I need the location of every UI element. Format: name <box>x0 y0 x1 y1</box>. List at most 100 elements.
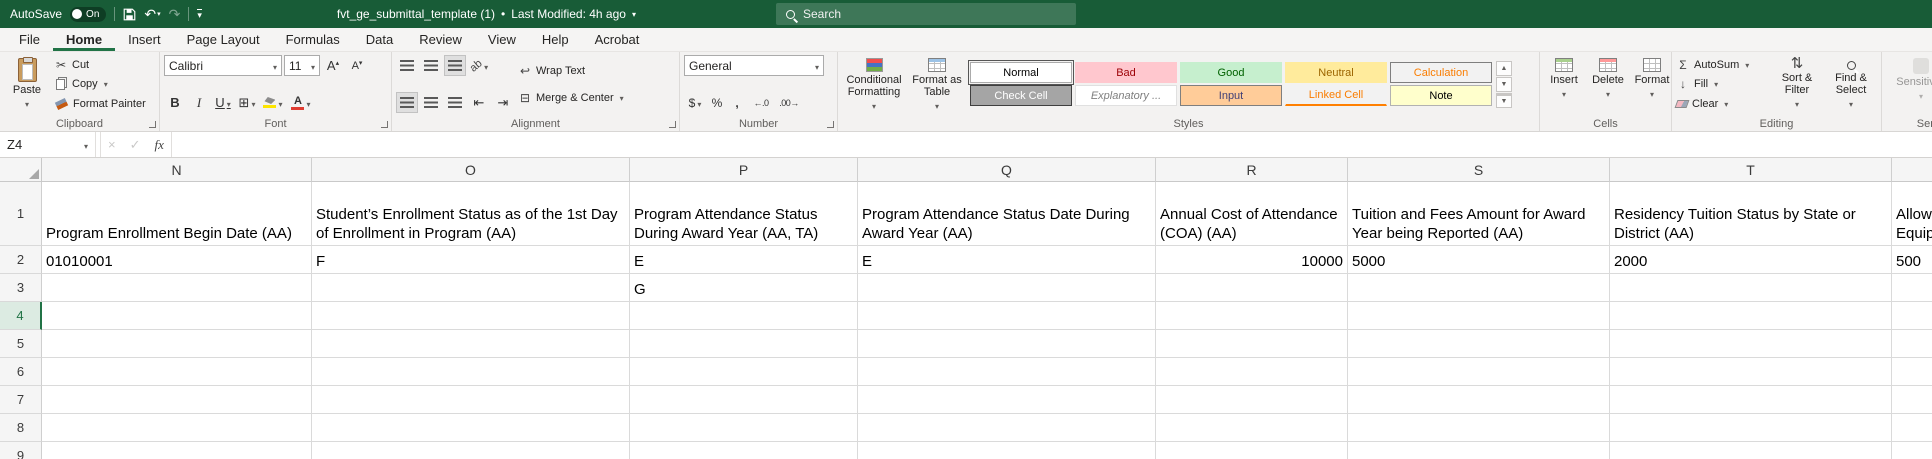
row-header-3[interactable]: 3 <box>0 274 42 302</box>
sensitivity-button[interactable]: Sensitivity <box>1886 55 1932 113</box>
cell-S9[interactable] <box>1348 442 1610 459</box>
cell-Q4[interactable] <box>858 302 1156 330</box>
formula-input[interactable] <box>172 132 1932 157</box>
tab-acrobat[interactable]: Acrobat <box>582 28 653 51</box>
row-header-5[interactable]: 5 <box>0 330 42 358</box>
insert-function-icon[interactable]: fx <box>148 132 172 157</box>
cell-U9[interactable] <box>1892 442 1932 459</box>
column-header-n[interactable]: N <box>42 158 312 182</box>
conditional-formatting-button[interactable]: Conditional Formatting <box>842 55 906 113</box>
insert-cells-button[interactable]: Insert <box>1544 55 1584 113</box>
underline-button[interactable]: U <box>212 92 234 113</box>
cell-U2[interactable]: 500 <box>1892 246 1932 274</box>
gallery-more-button[interactable]: ▼ <box>1496 93 1512 108</box>
cell-style-good[interactable]: Good <box>1180 62 1282 83</box>
cell-P1[interactable]: Program Attendance Status During Award Y… <box>630 182 858 246</box>
undo-button[interactable]: ↶▾ <box>144 7 160 21</box>
redo-button[interactable]: ↷ <box>169 7 181 21</box>
cell-P8[interactable] <box>630 414 858 442</box>
row-header-7[interactable]: 7 <box>0 386 42 414</box>
cell-S7[interactable] <box>1348 386 1610 414</box>
customize-qat-button[interactable]: ▾ <box>197 9 202 20</box>
row-header-1[interactable]: 1 <box>0 182 42 246</box>
fill-button[interactable]: ↓Fill <box>1676 75 1768 94</box>
decrease-decimal-button[interactable]: .00→ <box>776 92 802 113</box>
cell-S2[interactable]: 5000 <box>1348 246 1610 274</box>
cell-N1[interactable]: Program Enrollment Begin Date (AA) <box>42 182 312 246</box>
cell-R2[interactable]: 10000 <box>1156 246 1348 274</box>
find-select-button[interactable]: Find & Select <box>1826 55 1876 113</box>
cell-P2[interactable]: E <box>630 246 858 274</box>
align-middle-button[interactable] <box>420 55 442 76</box>
cell-T1[interactable]: Residency Tuition Status by State or Dis… <box>1610 182 1892 246</box>
cell-O7[interactable] <box>312 386 630 414</box>
cell-R1[interactable]: Annual Cost of Attendance (COA) (AA) <box>1156 182 1348 246</box>
document-title[interactable]: fvt_ge_submittal_template (1) • Last Mod… <box>337 7 636 21</box>
cell-N6[interactable] <box>42 358 312 386</box>
cell-R4[interactable] <box>1156 302 1348 330</box>
cell-T5[interactable] <box>1610 330 1892 358</box>
cell-P4[interactable] <box>630 302 858 330</box>
italic-button[interactable]: I <box>188 92 210 113</box>
cell-style-input[interactable]: Input <box>1180 85 1282 106</box>
tab-page-layout[interactable]: Page Layout <box>174 28 273 51</box>
cell-N4[interactable] <box>42 302 312 330</box>
cell-T3[interactable] <box>1610 274 1892 302</box>
cell-style-note[interactable]: Note <box>1390 85 1492 106</box>
row-header-8[interactable]: 8 <box>0 414 42 442</box>
autosum-button[interactable]: ΣAutoSum <box>1676 55 1768 74</box>
cell-N8[interactable] <box>42 414 312 442</box>
cell-style-calculation[interactable]: Calculation <box>1390 62 1492 83</box>
align-center-button[interactable] <box>420 92 442 113</box>
enter-icon[interactable]: ✓ <box>123 132 148 157</box>
font-color-button[interactable]: A <box>288 92 314 113</box>
increase-decimal-button[interactable]: ←.0 <box>748 92 774 113</box>
column-header-s[interactable]: S <box>1348 158 1610 182</box>
cell-T9[interactable] <box>1610 442 1892 459</box>
cell-T8[interactable] <box>1610 414 1892 442</box>
cell-O2[interactable]: F <box>312 246 630 274</box>
copy-button[interactable]: Copy <box>54 75 146 94</box>
percent-style-button[interactable]: % <box>708 92 726 113</box>
gallery-scroll-down-button[interactable]: ▼ <box>1496 77 1512 92</box>
borders-button[interactable]: ⊞ <box>236 92 258 113</box>
font-dialog-launcher[interactable] <box>381 121 388 128</box>
tab-insert[interactable]: Insert <box>115 28 174 51</box>
cell-T4[interactable] <box>1610 302 1892 330</box>
cell-N2[interactable]: 01010001 <box>42 246 312 274</box>
cell-S5[interactable] <box>1348 330 1610 358</box>
align-top-button[interactable] <box>396 55 418 76</box>
cell-O5[interactable] <box>312 330 630 358</box>
cell-U4[interactable] <box>1892 302 1932 330</box>
cell-S4[interactable] <box>1348 302 1610 330</box>
format-cells-button[interactable]: Format <box>1632 55 1672 113</box>
cell-O4[interactable] <box>312 302 630 330</box>
decrease-indent-button[interactable]: ⇤ <box>468 92 490 113</box>
align-bottom-button[interactable] <box>444 55 466 76</box>
cell-P3[interactable]: G <box>630 274 858 302</box>
cell-R6[interactable] <box>1156 358 1348 386</box>
tab-file[interactable]: File <box>6 28 53 51</box>
column-header-t[interactable]: T <box>1610 158 1892 182</box>
cell-U1[interactable]: Allow Equip <box>1892 182 1932 246</box>
cell-O6[interactable] <box>312 358 630 386</box>
cell-S6[interactable] <box>1348 358 1610 386</box>
cell-Q7[interactable] <box>858 386 1156 414</box>
clear-button[interactable]: Clear <box>1676 94 1768 113</box>
cell-T7[interactable] <box>1610 386 1892 414</box>
column-header-o[interactable]: O <box>312 158 630 182</box>
accounting-format-button[interactable]: $ <box>684 92 706 113</box>
comma-style-button[interactable]: , <box>728 92 746 113</box>
row-header-2[interactable]: 2 <box>0 246 42 274</box>
bold-button[interactable]: B <box>164 92 186 113</box>
row-header-9[interactable]: 9 <box>0 442 42 459</box>
cell-S8[interactable] <box>1348 414 1610 442</box>
number-dialog-launcher[interactable] <box>827 121 834 128</box>
cell-R8[interactable] <box>1156 414 1348 442</box>
wrap-text-button[interactable]: ↩Wrap Text <box>518 61 624 80</box>
cell-style-normal[interactable]: Normal <box>970 62 1072 83</box>
cell-style-explanatory[interactable]: Explanatory ... <box>1075 85 1177 106</box>
cell-P5[interactable] <box>630 330 858 358</box>
align-right-button[interactable] <box>444 92 466 113</box>
cell-Q3[interactable] <box>858 274 1156 302</box>
